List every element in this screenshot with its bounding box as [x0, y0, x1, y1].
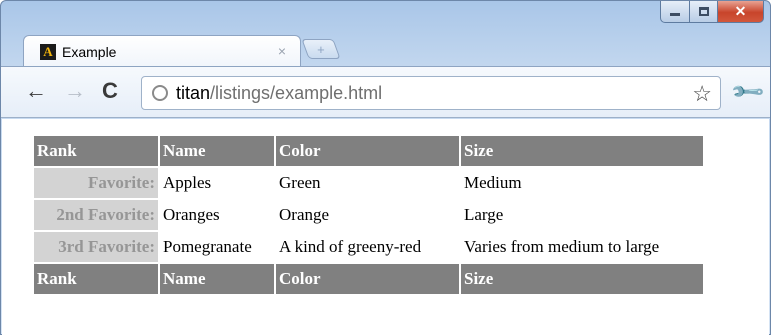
header-color: Color [276, 136, 459, 166]
footer-color: Color [276, 264, 459, 294]
window-controls: ✕ [660, 1, 764, 23]
favicon-icon: A [40, 43, 56, 60]
reload-button[interactable]: C [102, 80, 118, 102]
tab-title: Example [62, 43, 117, 60]
address-bar[interactable]: titan/listings/example.html ☆ [141, 76, 721, 110]
new-tab-button[interactable]: + [301, 39, 341, 59]
tab-example[interactable]: A Example × [23, 35, 301, 67]
row-name: Apples [163, 173, 212, 192]
forward-button[interactable]: → [64, 80, 86, 102]
footer-rank: Rank [34, 264, 158, 294]
table-header-row: Rank Name Color Size [34, 136, 703, 166]
minimize-icon [670, 13, 680, 16]
bookmark-star-icon[interactable]: ☆ [692, 81, 712, 107]
maximize-button[interactable] [690, 1, 718, 23]
wrench-menu-icon[interactable]: 🔧 [729, 73, 767, 111]
table-row: 2nd Favorite: Oranges Orange Large [34, 200, 703, 230]
footer-size: Size [461, 264, 703, 294]
table-row: Favorite: Apples Green Medium [34, 168, 703, 198]
toolbar: ← → C titan/listings/example.html ☆ 🔧 [1, 66, 770, 118]
page-icon [152, 85, 168, 101]
url-path: /listings/example.html [210, 82, 383, 103]
back-button[interactable]: ← [25, 80, 47, 102]
row-name: Oranges [163, 205, 220, 224]
row-size: Large [464, 205, 504, 224]
minimize-button[interactable] [660, 1, 690, 23]
plus-icon: + [317, 41, 325, 57]
header-name: Name [160, 136, 274, 166]
table-footer-row: Rank Name Color Size [34, 264, 703, 294]
row-rank: 3rd Favorite: [34, 232, 158, 262]
row-size: Varies from medium to large [464, 237, 660, 256]
close-icon: ✕ [734, 3, 747, 19]
maximize-icon [698, 7, 709, 16]
row-color: Green [279, 173, 321, 192]
table-row: 3rd Favorite: Pomegranate A kind of gree… [34, 232, 703, 262]
row-rank: 2nd Favorite: [34, 200, 158, 230]
header-rank: Rank [34, 136, 158, 166]
row-name: Pomegranate [163, 237, 252, 256]
page-content: Rank Name Color Size Favorite: Apples Gr… [2, 119, 769, 336]
footer-name: Name [160, 264, 274, 294]
favorites-table: Rank Name Color Size Favorite: Apples Gr… [32, 134, 705, 296]
url-text: titan/listings/example.html [176, 83, 382, 104]
row-color: A kind of greeny-red [279, 237, 422, 256]
header-size: Size [461, 136, 703, 166]
row-size: Medium [464, 173, 522, 192]
close-window-button[interactable]: ✕ [718, 1, 764, 23]
tab-close-icon[interactable]: × [278, 43, 286, 59]
url-host: titan [176, 82, 211, 103]
browser-window: ✕ A Example × + ← → C titan/listings/exa… [0, 0, 771, 336]
row-color: Orange [279, 205, 330, 224]
row-rank: Favorite: [34, 168, 158, 198]
